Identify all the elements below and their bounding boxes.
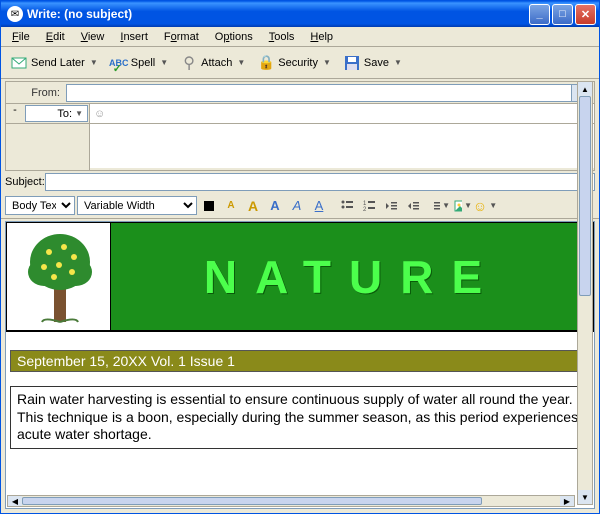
titlebar: ✉ Write: (no subject) _ □ ✕ xyxy=(1,1,599,27)
chevron-down-icon: ▼ xyxy=(160,58,168,67)
underline-button[interactable]: A xyxy=(309,196,329,216)
chevron-down-icon: ▼ xyxy=(237,58,245,67)
menu-help[interactable]: Help xyxy=(303,29,340,45)
to-field[interactable] xyxy=(106,104,594,123)
compose-window: ✉ Write: (no subject) _ □ ✕ File Edit Vi… xyxy=(0,0,600,514)
menu-insert[interactable]: Insert xyxy=(113,29,155,45)
bullet-list-button[interactable] xyxy=(337,196,357,216)
menu-options[interactable]: Options xyxy=(208,29,260,45)
newsletter-title-banner: NATURE xyxy=(111,222,594,331)
attach-button[interactable]: ⚲ Attach ▼ xyxy=(175,50,250,76)
menubar: File Edit View Insert Format Options Too… xyxy=(1,27,599,47)
paragraph-style-select[interactable]: Body Text xyxy=(5,196,75,215)
italic-button[interactable]: A xyxy=(287,196,307,216)
scroll-down-button[interactable]: ▼ xyxy=(578,490,592,504)
message-body-editor[interactable]: NATURE September 15, 20XX Vol. 1 Issue 1… xyxy=(5,221,595,509)
newsletter-tree-image xyxy=(6,222,111,331)
font-select[interactable]: Variable Width xyxy=(77,196,197,215)
remove-recipient-button[interactable]: - xyxy=(6,104,24,123)
numbered-list-button[interactable]: 12 xyxy=(359,196,379,216)
scroll-right-button[interactable]: ▶ xyxy=(560,496,574,506)
vertical-scrollbar[interactable]: ▲ ▼ xyxy=(577,81,593,505)
text-color-button[interactable] xyxy=(199,196,219,216)
subject-label: Subject: xyxy=(5,176,45,188)
scroll-left-button[interactable]: ◀ xyxy=(8,496,22,506)
menu-tools[interactable]: Tools xyxy=(262,29,302,45)
paperclip-icon: ⚲ xyxy=(180,54,198,72)
bold-button[interactable]: A xyxy=(265,196,285,216)
menu-file[interactable]: File xyxy=(5,29,37,45)
send-icon xyxy=(10,54,28,72)
security-button[interactable]: 🔒 Security ▼ xyxy=(252,50,336,76)
chevron-down-icon: ▼ xyxy=(90,58,98,67)
indent-button[interactable] xyxy=(403,196,423,216)
main-toolbar: Send Later ▼ ABC✓ Spell ▼ ⚲ Attach ▼ 🔒 S… xyxy=(1,47,599,79)
from-field[interactable]: ▼ xyxy=(66,84,592,102)
contact-icon: ☺ xyxy=(90,108,106,120)
to-label: To: xyxy=(57,108,72,120)
chevron-down-icon[interactable]: ▼ xyxy=(75,109,83,118)
newsletter-body-text: Rain water harvesting is essential to en… xyxy=(10,386,590,449)
svg-text:2: 2 xyxy=(363,207,367,213)
menu-view[interactable]: View xyxy=(74,29,112,45)
newsletter-issue-bar: September 15, 20XX Vol. 1 Issue 1 xyxy=(10,350,590,372)
scroll-thumb-h[interactable] xyxy=(22,497,482,505)
maximize-button[interactable]: □ xyxy=(552,4,573,25)
scroll-thumb[interactable] xyxy=(579,96,591,296)
font-larger-button[interactable]: A xyxy=(243,196,263,216)
scroll-up-button[interactable]: ▲ xyxy=(578,82,592,96)
font-smaller-button[interactable]: A xyxy=(221,196,241,216)
recipients-area[interactable] xyxy=(90,124,594,168)
align-button[interactable]: ▼ xyxy=(431,196,451,216)
window-title: Write: (no subject) xyxy=(27,7,529,21)
addressing-block: From: ▼ - To: ▼ ☺ xyxy=(5,81,595,171)
chevron-down-icon: ▼ xyxy=(394,58,402,67)
chevron-down-icon: ▼ xyxy=(323,58,331,67)
newsletter-title: NATURE xyxy=(204,250,500,304)
format-toolbar: Body Text Variable Width A A A A A 12 ▼ … xyxy=(1,193,599,219)
insert-image-button[interactable]: ▼ xyxy=(453,196,473,216)
insert-smiley-button[interactable]: ☺▼ xyxy=(475,196,495,216)
spellcheck-icon: ABC✓ xyxy=(110,54,128,72)
outdent-button[interactable] xyxy=(381,196,401,216)
spell-button[interactable]: ABC✓ Spell ▼ xyxy=(105,50,173,76)
send-later-button[interactable]: Send Later ▼ xyxy=(5,50,103,76)
floppy-disk-icon xyxy=(343,54,361,72)
close-button[interactable]: ✕ xyxy=(575,4,596,25)
lock-icon: 🔒 xyxy=(257,54,275,72)
minimize-button[interactable]: _ xyxy=(529,4,550,25)
app-icon: ✉ xyxy=(7,6,23,22)
horizontal-scrollbar[interactable]: ◀ ▶ xyxy=(7,495,575,507)
save-button[interactable]: Save ▼ xyxy=(338,50,407,76)
menu-edit[interactable]: Edit xyxy=(39,29,72,45)
subject-field[interactable] xyxy=(45,173,595,191)
from-label: From: xyxy=(6,87,66,99)
menu-format[interactable]: Format xyxy=(157,29,206,45)
